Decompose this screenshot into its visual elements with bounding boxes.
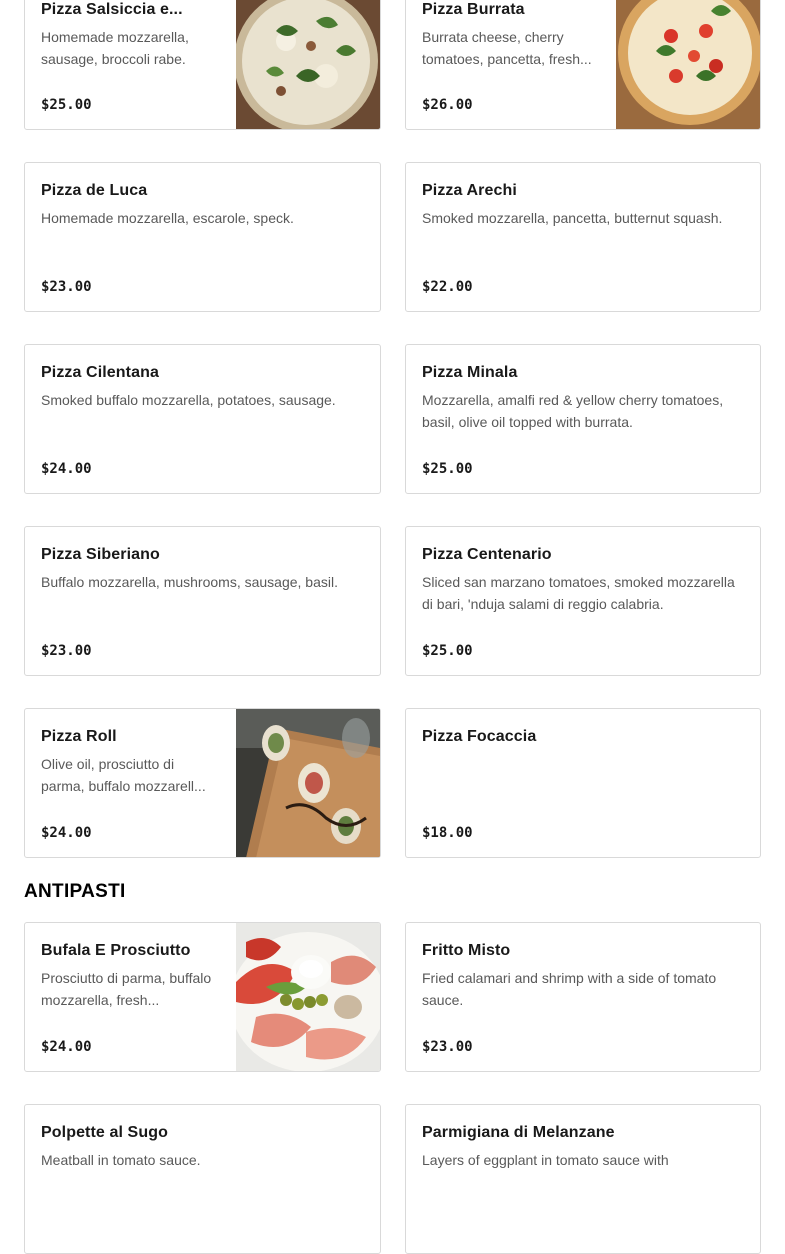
menu-item-card[interactable]: Pizza Minala Mozzarella, amalfi red & ye…: [405, 344, 761, 494]
menu-item-name: Pizza Centenario: [422, 546, 552, 563]
menu-item-description: Prosciutto di parma, buffalo mozzarella,…: [41, 970, 212, 1008]
menu-item-description: Sliced san marzano tomatoes, smoked mozz…: [422, 574, 735, 612]
menu-item-card[interactable]: Pizza Focaccia $18.00: [405, 708, 761, 858]
menu-item-description: Mozzarella, amalfi red & yellow cherry t…: [422, 392, 724, 430]
menu-item-card[interactable]: Pizza de Luca Homemade mozzarella, escar…: [24, 162, 381, 312]
menu-item-card[interactable]: Pizza Siberiano Buffalo mozzarella, mush…: [24, 526, 381, 676]
menu-item-card[interactable]: Polpette al Sugo Meatball in tomato sauc…: [24, 1104, 381, 1254]
menu-item-name: Pizza Roll: [41, 728, 117, 745]
menu-item-description: Burrata cheese, cherry tomatoes, pancett…: [422, 29, 592, 67]
menu-item-price: $24.00: [41, 461, 92, 477]
menu-item-card[interactable]: Fritto Misto Fried calamari and shrimp w…: [405, 922, 761, 1072]
menu-item-price: $25.00: [41, 97, 92, 113]
menu-item-name: Pizza Salsiccia e...: [41, 1, 183, 18]
menu-item-name: Parmigiana di Melanzane: [422, 1124, 615, 1141]
menu-item-name: Fritto Misto: [422, 942, 511, 959]
menu-item-description: Layers of eggplant in tomato sauce with: [422, 1152, 669, 1168]
menu-item-description: Smoked mozzarella, pancetta, butternut s…: [422, 210, 723, 226]
menu-item-description: Smoked buffalo mozzarella, potatoes, sau…: [41, 392, 336, 408]
menu-item-card[interactable]: Parmigiana di Melanzane Layers of eggpla…: [405, 1104, 761, 1254]
menu-item-card[interactable]: Pizza Roll Olive oil, prosciutto di parm…: [24, 708, 381, 858]
menu-item-price: $25.00: [422, 643, 473, 659]
menu-item-description: Homemade mozzarella, escarole, speck.: [41, 210, 294, 226]
menu-item-price: $24.00: [41, 825, 92, 841]
menu-item-price: $24.00: [41, 1039, 92, 1055]
menu-item-price: $22.00: [422, 279, 473, 295]
menu-item-card[interactable]: Pizza Arechi Smoked mozzarella, pancetta…: [405, 162, 761, 312]
menu-item-description: Fried calamari and shrimp with a side of…: [422, 970, 717, 1008]
pizza-salsiccia-photo: [236, 0, 380, 129]
menu-item-card[interactable]: Bufala E Prosciutto Prosciutto di parma,…: [24, 922, 381, 1072]
menu-item-name: Pizza Focaccia: [422, 728, 537, 745]
menu-item-name: Bufala E Prosciutto: [41, 942, 191, 959]
menu-item-card[interactable]: Pizza Salsiccia e... Homemade mozzarella…: [24, 0, 381, 130]
menu-item-description: Buffalo mozzarella, mushrooms, sausage, …: [41, 574, 338, 590]
bufala-prosciutto-photo: [236, 923, 380, 1071]
menu-item-price: $25.00: [422, 461, 473, 477]
menu-item-name: Pizza Arechi: [422, 182, 517, 199]
menu-item-description: Homemade mozzarella, sausage, broccoli r…: [41, 29, 189, 67]
menu-item-price: $23.00: [41, 643, 92, 659]
menu-item-price: $26.00: [422, 97, 473, 113]
pizza-burrata-photo: [616, 0, 760, 129]
menu-item-description: Olive oil, prosciutto di parma, buffalo …: [41, 756, 206, 794]
section-title-antipasti: ANTIPASTI: [24, 881, 126, 902]
menu-item-price: $18.00: [422, 825, 473, 841]
menu-item-name: Pizza de Luca: [41, 182, 148, 199]
menu-item-card[interactable]: Pizza Cilentana Smoked buffalo mozzarell…: [24, 344, 381, 494]
menu-item-price: $23.00: [422, 1039, 473, 1055]
menu-item-card[interactable]: Pizza Burrata Burrata cheese, cherry tom…: [405, 0, 761, 130]
menu-item-name: Polpette al Sugo: [41, 1124, 168, 1141]
menu-item-name: Pizza Burrata: [422, 1, 525, 18]
menu-item-name: Pizza Cilentana: [41, 364, 159, 381]
menu-item-price: $23.00: [41, 279, 92, 295]
menu-item-name: Pizza Minala: [422, 364, 518, 381]
pizza-roll-photo: [236, 709, 380, 857]
menu-item-card[interactable]: Pizza Centenario Sliced san marzano toma…: [405, 526, 761, 676]
menu-item-description: Meatball in tomato sauce.: [41, 1152, 201, 1168]
menu-item-name: Pizza Siberiano: [41, 546, 160, 563]
